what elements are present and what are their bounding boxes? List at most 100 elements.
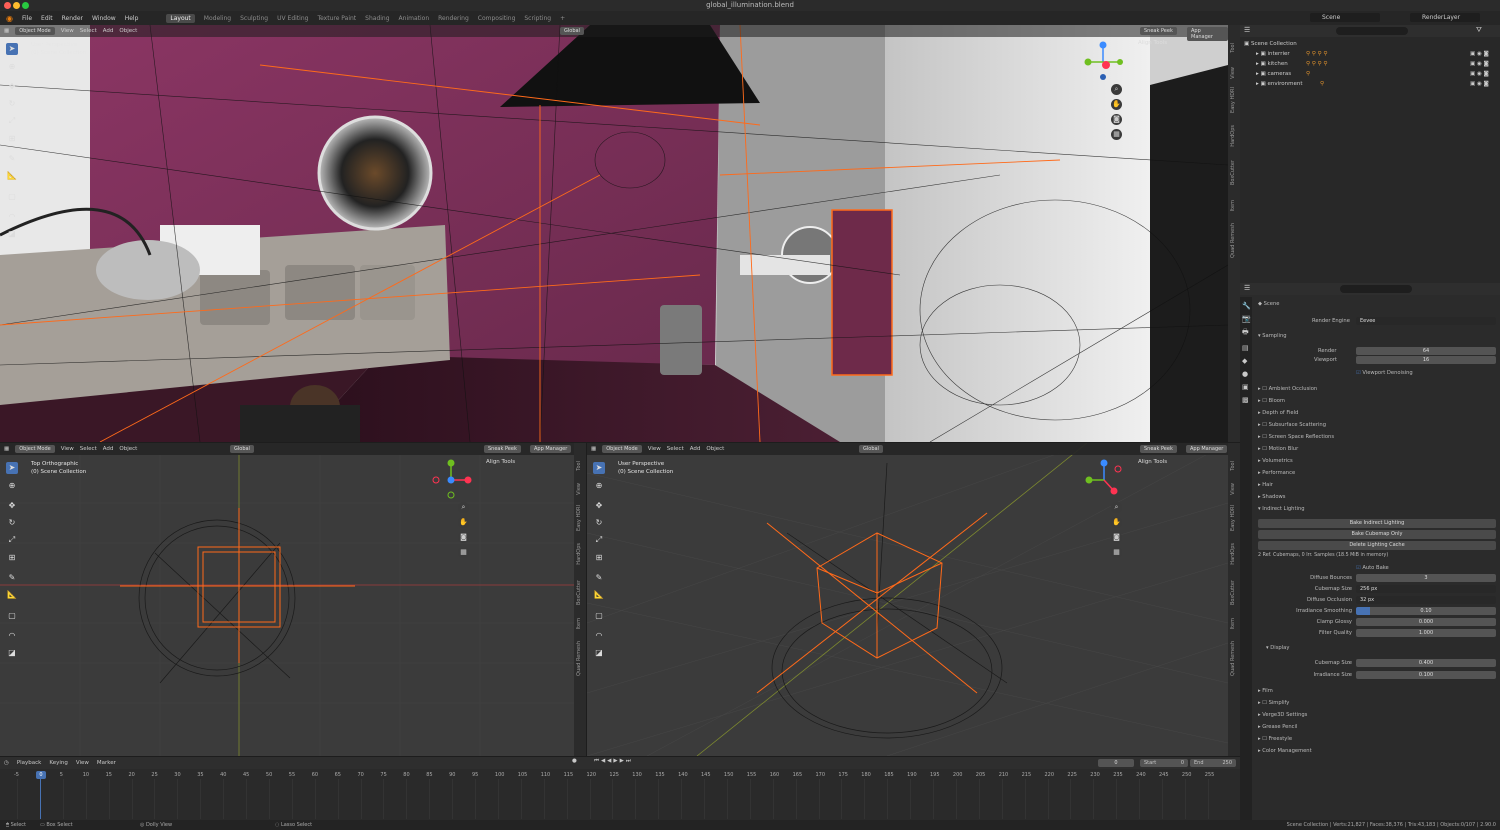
ortho-toggle-icon[interactable]: ▦ — [1111, 547, 1122, 558]
render-engine-select[interactable]: Eevee — [1356, 317, 1496, 325]
panel-ssr[interactable]: ▸ ☐ Screen Space Reflections — [1258, 432, 1498, 442]
editor-type-icon[interactable]: ▦ — [4, 446, 9, 452]
diffuse-occlusion-select[interactable]: 32 px — [1356, 596, 1496, 604]
zoom-window-icon[interactable] — [22, 2, 29, 9]
workspace-tab-uv-editing[interactable]: UV Editing — [277, 15, 308, 22]
panel-bloom[interactable]: ▸ ☐ Bloom — [1258, 396, 1498, 406]
view-menu[interactable]: View — [61, 446, 74, 452]
zoom-view-icon[interactable]: ⌕ — [458, 502, 469, 513]
tab-tool[interactable]: Tool — [1230, 43, 1238, 53]
tab-item[interactable]: Item — [1230, 200, 1238, 211]
workspace-tab-rendering[interactable]: Rendering — [438, 15, 469, 22]
sneak-peek-button[interactable]: Sneak Peek — [1140, 445, 1177, 453]
close-window-icon[interactable] — [4, 2, 11, 9]
minimize-window-icon[interactable] — [13, 2, 20, 9]
sneak-peek-button[interactable]: Sneak Peek — [1140, 27, 1177, 35]
clamp-glossy-field[interactable]: 0.000 — [1356, 618, 1496, 626]
playhead[interactable]: 0 — [36, 771, 46, 779]
tab-easy-hdri[interactable]: Easy HDRI — [1230, 87, 1238, 113]
menu-file[interactable]: File — [22, 15, 32, 22]
delete-lighting-cache-button[interactable]: Delete Lighting Cache — [1258, 541, 1496, 550]
outliner-item-kitchen[interactable]: ▸ ▣ kitchen ⚲ ⚲ ⚲ ⚲ ▣ ◉ ◙ — [1244, 59, 1496, 69]
render-tab-icon[interactable]: 📷 — [1242, 315, 1251, 323]
frame-ruler[interactable]: -5 0 5 10 15 20 25 30 35 40 45 50 55 60 65 70 75 80 85 90 95… — [0, 757, 1240, 820]
extra-tool-icon[interactable]: ◪ — [6, 228, 18, 240]
irradiance-smoothing-slider[interactable]: 0.10 — [1356, 607, 1496, 615]
tab-easy-hdri[interactable]: Easy HDRI — [1230, 505, 1238, 531]
view-layer-selector[interactable]: RenderLayer — [1410, 13, 1480, 22]
auto-bake-checkbox[interactable]: ☑ Auto Bake — [1356, 563, 1500, 573]
diffuse-bounces-field[interactable]: 3 — [1356, 574, 1496, 582]
navigation-gizmo-icon[interactable] — [1081, 457, 1127, 503]
mode-selector[interactable]: Object Mode — [15, 27, 55, 35]
tab-quad-remesh[interactable]: Quad Remesh — [1230, 641, 1238, 676]
panel-film[interactable]: ▸ Film — [1258, 686, 1498, 696]
orientation-selector[interactable]: Global — [859, 445, 883, 453]
view-menu[interactable]: View — [648, 446, 661, 452]
tab-tool[interactable]: Tool — [1230, 461, 1238, 471]
tab-view[interactable]: View — [1230, 67, 1238, 79]
select-menu[interactable]: Select — [667, 446, 684, 452]
measure-tool-icon[interactable]: 📐 — [6, 589, 18, 601]
panel-ambient-occlusion[interactable]: ▸ ☐ Ambient Occlusion — [1258, 384, 1498, 394]
select-tool-icon[interactable]: ➤ — [593, 462, 605, 474]
workspace-tab-shading[interactable]: Shading — [365, 15, 389, 22]
transform-tool-icon[interactable]: ⊞ — [6, 133, 18, 145]
align-tools-label[interactable]: Align Tools — [1138, 40, 1167, 46]
add-menu[interactable]: Add — [690, 446, 701, 452]
properties-editor-icon[interactable]: ☰ — [1244, 284, 1250, 292]
move-tool-icon[interactable]: ✥ — [6, 500, 18, 512]
rotate-tool-icon[interactable]: ↻ — [593, 517, 605, 529]
outliner-item-environment[interactable]: ▸ ▣ environment ⚲ ▣ ◉ ◙ — [1244, 79, 1496, 89]
add-cube-tool-icon[interactable]: ▢ — [6, 610, 18, 622]
workspace-tab-scripting[interactable]: Scripting — [524, 15, 551, 22]
object-menu[interactable]: Object — [706, 446, 724, 452]
viewport-samples-field[interactable]: 16 — [1356, 356, 1496, 364]
annotate-tool-icon[interactable]: ✎ — [6, 572, 18, 584]
navigation-gizmo-icon[interactable] — [1080, 39, 1126, 85]
panel-shadows[interactable]: ▸ Shadows — [1258, 492, 1498, 502]
cubemap-size-select[interactable]: 256 px — [1356, 585, 1496, 593]
panel-depth-of-field[interactable]: ▸ Depth of Field — [1258, 408, 1498, 418]
texture-tab-icon[interactable]: ▩ — [1242, 396, 1250, 404]
panel-verge3d-settings[interactable]: ▸ Verge3D Settings — [1258, 710, 1498, 720]
align-tools-label[interactable]: Align Tools — [1138, 459, 1167, 465]
mode-selector[interactable]: Object Mode — [15, 445, 55, 453]
pan-view-icon[interactable]: ✋ — [1111, 517, 1122, 528]
annotate-tool-icon[interactable]: ✎ — [593, 572, 605, 584]
app-manager-button[interactable]: App Manager — [1186, 445, 1228, 453]
app-manager-button[interactable]: App Manager — [530, 445, 572, 453]
tab-view[interactable]: View — [1230, 483, 1238, 495]
panel-motion-blur[interactable]: ▸ ☐ Motion Blur — [1258, 444, 1498, 454]
tab-quad-remesh[interactable]: Quad Remesh — [1230, 223, 1238, 258]
cursor-tool-icon[interactable]: ⊕ — [6, 61, 18, 73]
top-orthographic-viewport[interactable]: ▦ Object Mode View Select Add Object Glo… — [0, 443, 574, 756]
tab-quad-remesh[interactable]: Quad Remesh — [576, 641, 584, 676]
tab-hardops[interactable]: HardOps — [1230, 543, 1238, 565]
filter-quality-field[interactable]: 1.000 — [1356, 629, 1496, 637]
tab-hardops[interactable]: HardOps — [1230, 125, 1238, 147]
timeline-editor[interactable]: ◷ Playback Keying View Marker ● ⏮◀◀▶▶⏭ 0… — [0, 757, 1240, 820]
tab-tool[interactable]: Tool — [576, 461, 584, 471]
tab-view[interactable]: View — [576, 483, 584, 495]
align-tools-label[interactable]: Align Tools — [486, 459, 515, 465]
ortho-toggle-icon[interactable]: ▦ — [458, 547, 469, 558]
viewport-denoising-checkbox[interactable]: ☑ Viewport Denoising — [1356, 368, 1500, 378]
outliner-search-input[interactable] — [1336, 27, 1408, 35]
world-tab-icon[interactable]: ● — [1242, 370, 1250, 378]
scene-tab-icon[interactable]: ◆ — [1242, 357, 1250, 365]
bake-cubemap-only-button[interactable]: Bake Cubemap Only — [1258, 530, 1496, 539]
cursor-tool-icon[interactable]: ⊕ — [593, 480, 605, 492]
tab-item[interactable]: Item — [1230, 618, 1238, 629]
orientation-selector[interactable]: Global — [560, 27, 584, 35]
select-menu[interactable]: Select — [80, 28, 97, 34]
zoom-view-icon[interactable]: ⌕ — [1111, 84, 1122, 95]
measure-tool-icon[interactable]: 📐 — [593, 589, 605, 601]
tab-boxcutter[interactable]: BoxCutter — [1230, 160, 1238, 185]
workspace-tab-sculpting[interactable]: Sculpting — [240, 15, 268, 22]
filter-icon[interactable]: ⛛ — [1476, 26, 1482, 35]
editor-type-icon[interactable]: ▦ — [4, 28, 9, 34]
rotate-tool-icon[interactable]: ↻ — [6, 517, 18, 529]
perspective-wire-viewport[interactable]: ▦ Object Mode View Select Add Object Glo… — [587, 443, 1228, 756]
menu-window[interactable]: Window — [92, 15, 116, 22]
